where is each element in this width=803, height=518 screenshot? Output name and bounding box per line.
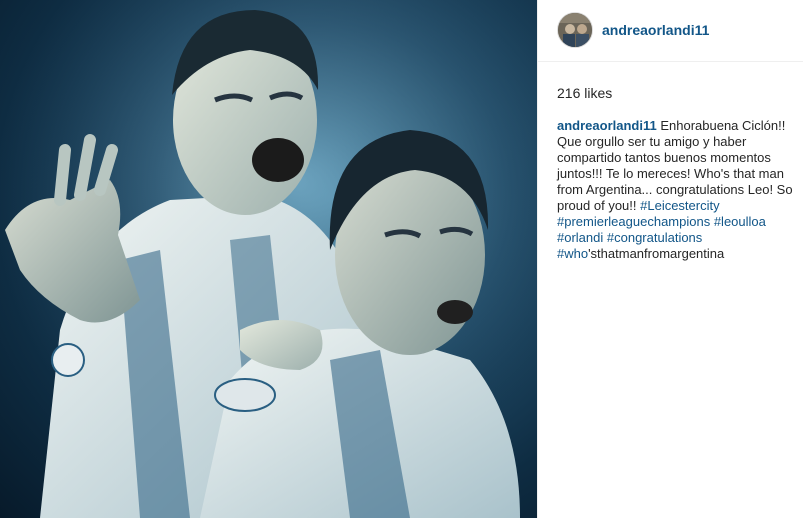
post-side-panel: andreaorlandi11 216 likes andreaorlandi1… — [538, 0, 803, 518]
hashtag-leicestercity-link[interactable]: #Leicestercity — [640, 198, 719, 213]
avatar[interactable] — [557, 12, 593, 48]
caption-line: proud of you!! #Leicestercity — [557, 198, 802, 214]
hashtag-leoulloa-link[interactable]: #leoulloa — [714, 214, 766, 229]
caption-text: 'sthatmanfromargentina — [588, 246, 725, 261]
hashtag-congratulations-link[interactable]: #congratulations — [607, 230, 702, 245]
caption-line: #premierleaguechampions #leoulloa — [557, 214, 802, 230]
likes-count[interactable]: 216 likes — [557, 85, 612, 101]
profile-photo-icon — [558, 13, 592, 47]
caption-line: #orlandi #congratulations — [557, 230, 802, 246]
caption-text: Enhorabuena Ciclón!! — [656, 118, 786, 133]
header-username-link[interactable]: andreaorlandi11 — [602, 22, 709, 38]
hashtag-premierleaguechampions-link[interactable]: #premierleaguechampions — [557, 214, 710, 229]
hashtag-who-link[interactable]: #who — [557, 246, 588, 261]
caption-line: #who'sthatmanfromargentina — [557, 246, 802, 262]
caption-text: from Argentina... congratulations Leo! S… — [557, 182, 793, 197]
caption-text: Que orgullo ser tu amigo y haber — [557, 134, 747, 149]
post-photo[interactable] — [0, 0, 537, 518]
caption-username-link[interactable]: andreaorlandi11 — [557, 118, 657, 133]
caption-text: proud of you!! — [557, 198, 641, 213]
caption-text: juntos!!! Te lo mereces! Who's that man — [557, 166, 784, 181]
caption-line: andreaorlandi11 Enhorabuena Ciclón!! — [557, 118, 802, 134]
hashtag-orlandi-link[interactable]: #orlandi — [557, 230, 603, 245]
post-caption: andreaorlandi11 Enhorabuena Ciclón!! Que… — [557, 118, 802, 262]
caption-text: compartido tantos buenos momentos — [557, 150, 771, 165]
photo-illustration — [0, 0, 537, 518]
post-header: andreaorlandi11 — [538, 0, 803, 62]
